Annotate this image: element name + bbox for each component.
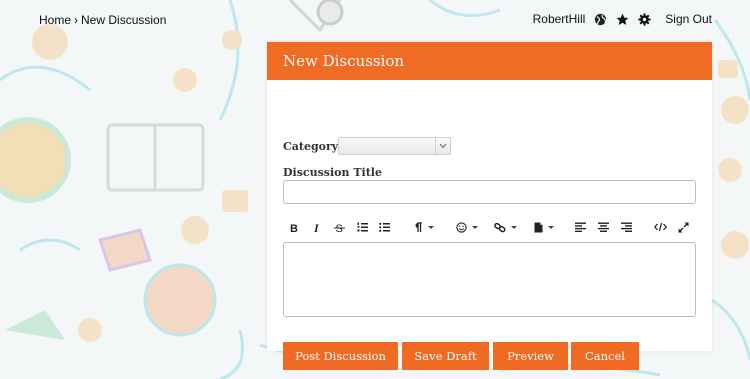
category-label: Category bbox=[283, 140, 339, 153]
align-left-icon[interactable] bbox=[574, 219, 586, 235]
chevron-down-icon bbox=[427, 225, 434, 229]
discussion-body-editor[interactable] bbox=[283, 242, 696, 317]
editor-toolbar: B I S bbox=[283, 219, 696, 235]
align-center-icon[interactable] bbox=[597, 219, 609, 235]
globe-icon[interactable] bbox=[593, 12, 607, 26]
cancel-button[interactable]: Cancel bbox=[571, 342, 639, 370]
sign-out-link[interactable]: Sign Out bbox=[665, 12, 712, 26]
fullscreen-icon[interactable] bbox=[676, 219, 690, 235]
align-right-icon[interactable] bbox=[620, 219, 632, 235]
chevron-down-icon bbox=[548, 225, 554, 229]
unordered-list-icon[interactable] bbox=[377, 219, 391, 235]
breadcrumb-home-link[interactable]: Home bbox=[39, 13, 71, 27]
post-discussion-button[interactable]: Post Discussion bbox=[283, 342, 398, 370]
chevron-down-icon bbox=[472, 225, 478, 229]
category-select[interactable] bbox=[338, 137, 451, 155]
preview-button[interactable]: Preview bbox=[493, 342, 568, 370]
top-bar: Home › New Discussion RobertHill Sign Out bbox=[0, 0, 750, 40]
gear-icon[interactable] bbox=[637, 12, 651, 26]
new-discussion-panel: New Discussion Category Discussion Title… bbox=[267, 42, 712, 370]
breadcrumb-separator: › bbox=[74, 13, 79, 27]
ordered-list-icon[interactable] bbox=[355, 219, 369, 235]
user-menu: RobertHill Sign Out bbox=[533, 12, 712, 26]
paragraph-format-icon[interactable] bbox=[410, 219, 438, 235]
italic-icon[interactable]: I bbox=[311, 219, 323, 235]
chevron-down-icon bbox=[510, 225, 517, 229]
strikethrough-icon[interactable]: S bbox=[332, 219, 346, 235]
save-draft-button[interactable]: Save Draft bbox=[402, 342, 489, 370]
svg-text:B: B bbox=[290, 223, 298, 233]
discussion-title-input[interactable] bbox=[283, 180, 696, 204]
panel-title: New Discussion bbox=[267, 42, 712, 80]
svg-text:I: I bbox=[313, 222, 320, 233]
emoji-icon[interactable] bbox=[453, 219, 481, 235]
breadcrumb: Home › New Discussion bbox=[39, 13, 166, 27]
discussion-title-label: Discussion Title bbox=[283, 166, 382, 179]
username-link[interactable]: RobertHill bbox=[533, 12, 586, 26]
code-icon[interactable] bbox=[653, 219, 667, 235]
link-icon[interactable] bbox=[491, 219, 519, 235]
chevron-down-icon bbox=[435, 138, 450, 154]
bold-icon[interactable]: B bbox=[288, 219, 300, 235]
star-icon[interactable] bbox=[615, 12, 629, 26]
breadcrumb-current: New Discussion bbox=[81, 13, 167, 27]
file-icon[interactable] bbox=[530, 219, 558, 235]
